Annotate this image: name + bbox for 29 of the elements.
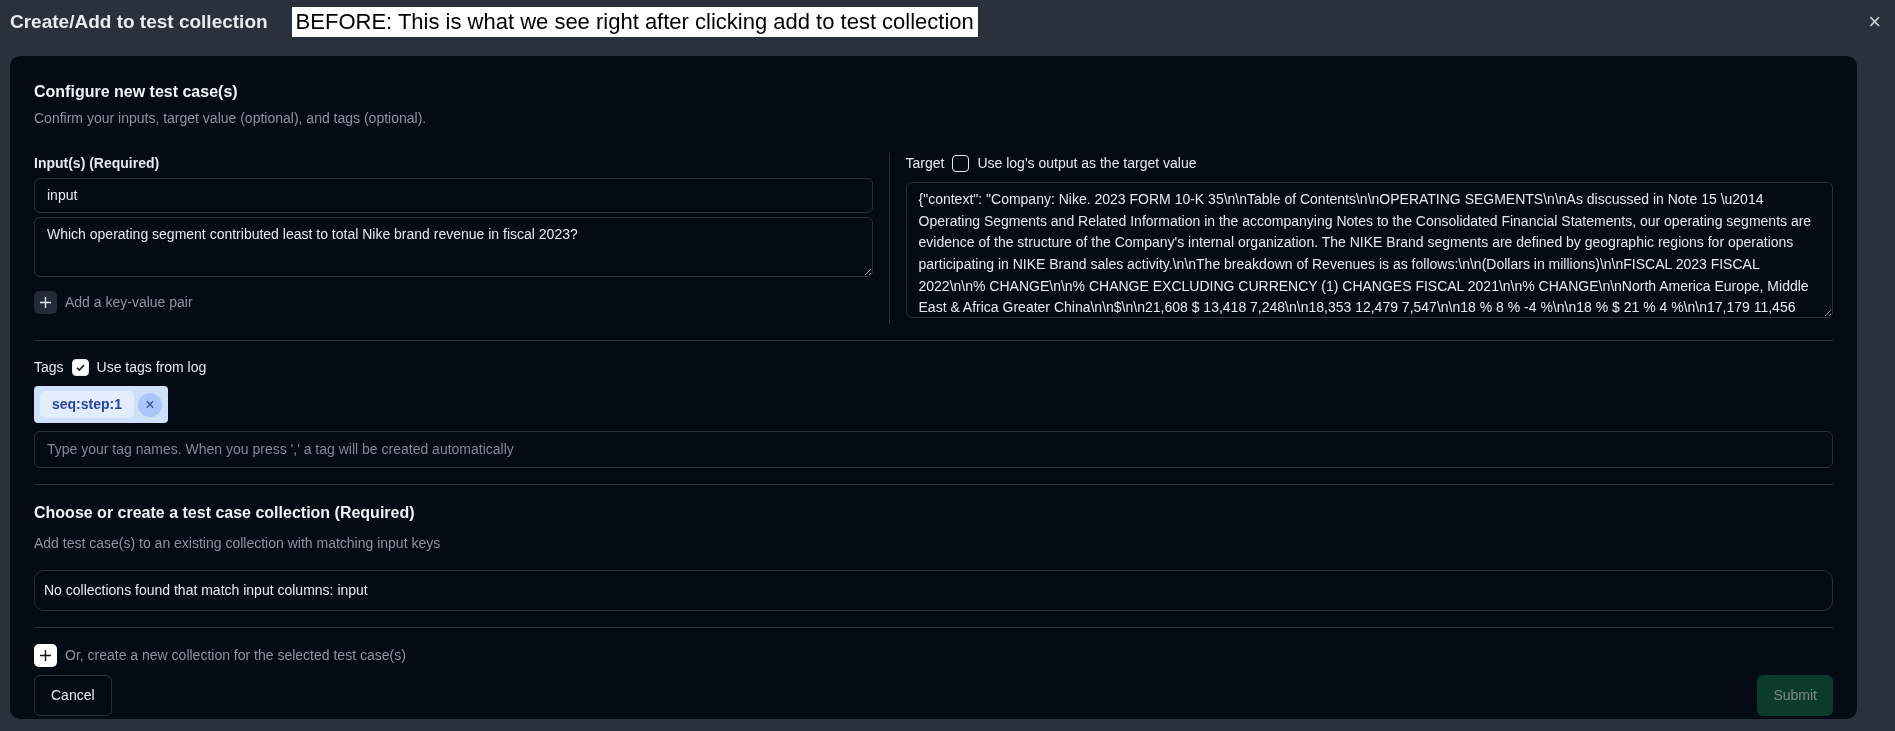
input-key-field[interactable]: input (34, 178, 873, 213)
section-heading: Choose or create a test case collection (Required) (34, 503, 416, 523)
check-icon (74, 362, 86, 373)
target-value-field[interactable]: {"context": "Company: Nike. 2023 FORM 10-K 35\n\nTable of Contents\n\nOPERATING SEGMENTS\n\nAs discussed in Note 15 \u2014 Operating Segments and Related Information in the accompanying Notes to the Consolidated Financial Statements, our operating segments are evidence of the structure of the Company's internal organization. The NIKE Brand segments are defined by geographic regions for operations participating in NIKE Brand sales activity.\n\nThe breakdown of Revenues is as follows:\n\n(Dollars in millions)\n\nFISCAL 2023 FISCAL 2022\n\n% CHANGE\n\n% CHANGE EXCLUDING CURRENCY (1) CHANGES FISCAL 2021\n\n% CHANGE\n\nNorth America Europe, Middle East & Africa Greater China\n\n$\n\n21,608 $ 13,418 7,248\n\n18,353 12,479 7,547\n\n18 % 8 % -4 %\n\n18 % $ 21 % 4 %\n\n17,179 11,456 (905, 182, 1833, 318)
tag-chip[interactable]: seq:step:1 (40, 391, 135, 418)
target-label: Target (905, 154, 945, 173)
add-pair-link[interactable]: Add a key-value pair (65, 292, 193, 313)
create-collection-button[interactable] (34, 644, 57, 667)
section-heading: Configure new test case(s) (34, 82, 239, 102)
tag-input-field[interactable]: Type your tag names. When you press ',' a tag will be created automatically (34, 431, 1833, 468)
section-description: Add test case(s) to an existing collection with matching input keys (34, 534, 442, 553)
annotation-note: BEFORE: This is what we see right after clicking add to test collection (291, 7, 978, 37)
dialog-title: Create/Add to test collection (10, 9, 268, 34)
plus-icon (40, 650, 51, 661)
checkbox-label: Use tags from log (96, 358, 207, 377)
plus-icon (40, 297, 51, 308)
tags-checkbox[interactable] (71, 359, 89, 376)
create-collection-link[interactable]: Or, create a new collection for the selected test case(s) (65, 645, 406, 666)
remove-tag-button[interactable]: × (138, 392, 163, 417)
add-pair-button[interactable] (34, 291, 57, 314)
input-value-field[interactable]: Which operating segment contributed least to total Nike brand revenue in fiscal 2023? (34, 217, 873, 277)
checkbox-label: Use log's output as the target value (977, 154, 1197, 173)
section-description: Confirm your inputs, target value (optional), and tags (optional). (34, 109, 428, 128)
target-checkbox[interactable] (952, 155, 970, 172)
collection-select[interactable]: No collections found that match input columns: input (34, 570, 1833, 611)
inputs-label: Input(s) (Required) (34, 154, 161, 173)
close-button[interactable]: × (1864, 11, 1885, 33)
cancel-button[interactable]: Cancel (34, 675, 112, 716)
tags-label: Tags (34, 358, 64, 377)
